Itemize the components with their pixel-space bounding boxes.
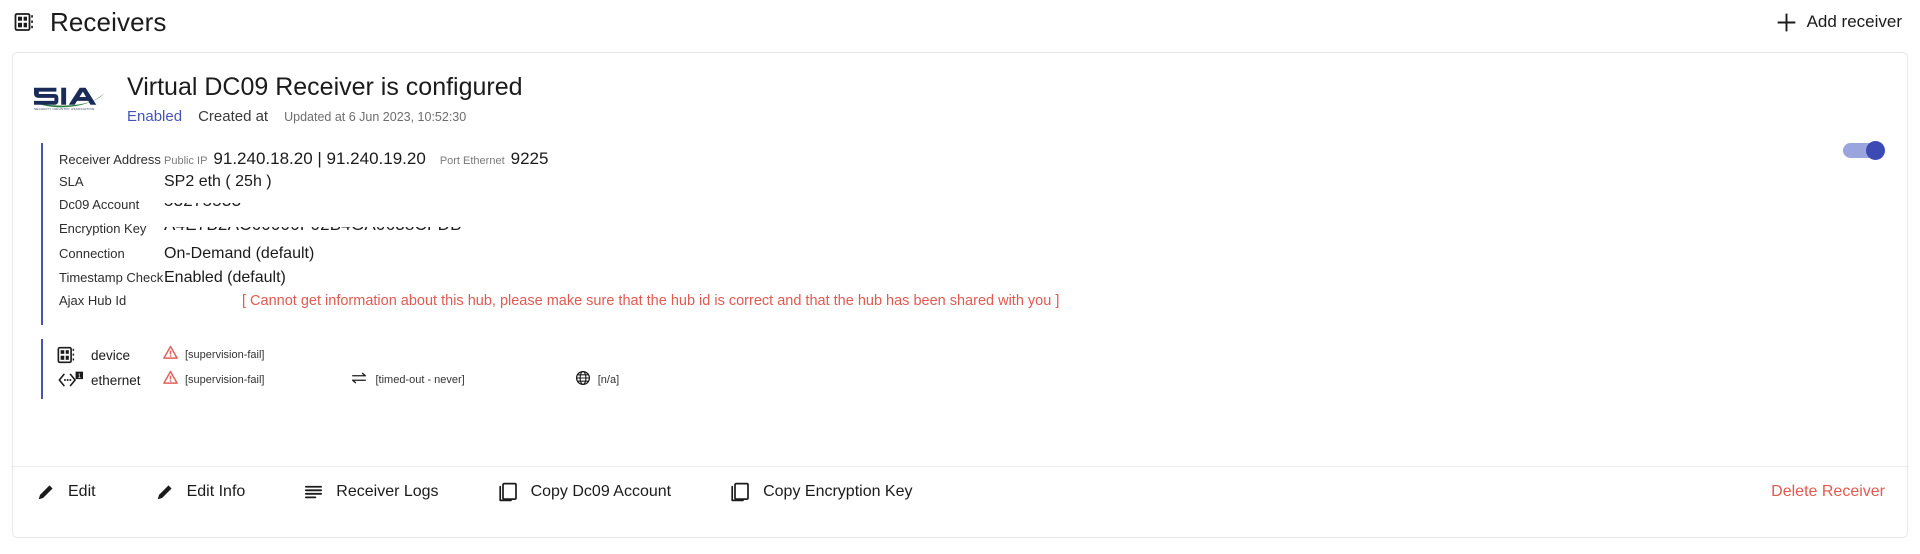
status-item-timeout: [timed-out - never]: [350, 371, 465, 390]
edit-button[interactable]: Edit: [35, 482, 96, 503]
add-receiver-label: Add receiver: [1806, 12, 1902, 31]
add-receiver-button[interactable]: Add receiver: [1777, 12, 1902, 32]
detail-label: Dc09 Account: [59, 196, 140, 212]
warning-triangle-icon: [163, 370, 178, 390]
detail-row-sla: SLA SP2 eth ( 25h ): [59, 173, 1901, 197]
pencil-icon: [35, 482, 56, 503]
status-item-network: [n/a]: [575, 370, 619, 391]
status-tag: [supervision-fail]: [185, 374, 265, 387]
receiver-created-label: Created at: [198, 107, 269, 125]
receiver-actions: Edit Edit Info Receiver Logs Copy Dc09 A…: [13, 466, 1907, 503]
status-row-ethernet: 1 ethernet [supervision-fail] [timed-out…: [57, 368, 1907, 393]
detail-label: Receiver Address: [59, 151, 161, 167]
edit-info-button[interactable]: Edit Info: [154, 482, 246, 503]
detail-label: Ajax Hub Id: [59, 292, 127, 308]
page-header: Receivers Add receiver: [0, 0, 1920, 44]
receiver-logs-button[interactable]: Receiver Logs: [303, 482, 439, 503]
receiver-heading: Virtual DC09 Receiver is configured Enab…: [127, 71, 523, 125]
detail-label: Encryption Key: [59, 220, 147, 236]
detail-row-encryption-key: Encryption Key A4E7B2AC60000F02B4GA0638C…: [59, 221, 1901, 245]
sia-logo: SECURITY INDUSTRY ASSOCIATION: [31, 77, 117, 113]
plus-icon: [1777, 13, 1796, 32]
detail-row-dc09-account: Dc09 Account 53275533: [59, 197, 1901, 221]
edit-info-label: Edit Info: [186, 483, 246, 500]
ethernet-node-icon: 1: [57, 370, 83, 390]
svg-text:SECURITY INDUSTRY ASSOCIATION: SECURITY INDUSTRY ASSOCIATION: [34, 107, 95, 111]
warning-triangle-icon: [163, 345, 178, 365]
status-name-device: device: [91, 347, 131, 363]
status-tag: [supervision-fail]: [185, 349, 265, 362]
detail-label: Timestamp Check: [59, 269, 164, 285]
copy-encryption-key-button[interactable]: Copy Encryption Key: [729, 481, 913, 503]
copy-dc09-account-label: Copy Dc09 Account: [530, 483, 672, 500]
delete-receiver-button[interactable]: Delete Receiver: [1771, 483, 1885, 501]
exchange-arrows-icon: [350, 371, 368, 390]
copy-dc09-account-button[interactable]: Copy Dc09 Account: [497, 481, 672, 503]
device-grid-icon: [57, 345, 83, 365]
detail-row-ajax-hub-id: Ajax Hub Id [ Cannot get information abo…: [59, 293, 1901, 321]
receiver-card: SECURITY INDUSTRY ASSOCIATION Virtual DC…: [12, 52, 1908, 538]
detail-label: SLA: [59, 173, 84, 189]
status-row-device: device [supervision-fail]: [57, 343, 1907, 368]
detail-row-connection: Connection On-Demand (default): [59, 245, 1901, 269]
globe-icon: [575, 370, 591, 391]
page-title: Receivers: [50, 6, 167, 37]
detail-value-clipped: 53275533: [164, 203, 241, 214]
status-tag: [timed-out - never]: [375, 374, 465, 387]
receiver-logs-label: Receiver Logs: [336, 483, 439, 500]
receivers-grid-icon: [14, 11, 36, 33]
detail-label: Connection: [59, 245, 125, 261]
copy-encryption-key-label: Copy Encryption Key: [763, 483, 913, 500]
receiver-enabled-toggle[interactable]: [1843, 141, 1885, 160]
toggle-knob: [1866, 141, 1885, 160]
detail-row-receiver-address: Receiver Address Public IP 91.240.18.20 …: [59, 149, 1901, 173]
copy-icon: [729, 481, 751, 503]
edit-label: Edit: [68, 483, 96, 500]
receiver-updated-at: Updated at 6 Jun 2023, 10:52:30: [284, 109, 467, 124]
ajax-hub-warning: [ Cannot get information about this hub,…: [242, 292, 1060, 309]
receiver-title: Virtual DC09 Receiver is configured: [127, 73, 523, 101]
detail-value: SP2 eth ( 25h ): [164, 172, 272, 190]
pencil-icon: [154, 482, 175, 503]
public-ip-caption: Public IP: [164, 154, 208, 167]
receiver-meta: Enabled Created at Updated at 6 Jun 2023…: [127, 108, 523, 125]
detail-value-clipped: A4E7B2AC60000F02B4GA0638CFDB: [164, 227, 462, 238]
receiver-status: Enabled: [127, 107, 183, 125]
public-ip-value: 91.240.18.20 | 91.240.19.20: [213, 148, 426, 168]
detail-value: Enabled (default): [164, 268, 286, 286]
status-item-supervision: [supervision-fail]: [163, 370, 264, 390]
port-ethernet-value: 9225: [510, 148, 549, 168]
encryption-key-value: A4E7B2AC60000F02B4GA0638CFDB: [164, 227, 462, 233]
detail-value: On-Demand (default): [164, 244, 315, 262]
status-tag: [n/a]: [597, 374, 620, 387]
dc09-account-value: 53275533: [164, 203, 241, 209]
status-item-supervision: [supervision-fail]: [163, 345, 264, 365]
status-name-ethernet: ethernet: [91, 372, 141, 388]
detail-row-timestamp-check: Timestamp Check Enabled (default): [59, 269, 1901, 293]
port-ethernet-caption: Port Ethernet: [439, 154, 505, 167]
copy-icon: [497, 481, 519, 503]
detail-value: Public IP 91.240.18.20 | 91.240.19.20 Po…: [164, 149, 548, 169]
list-lines-icon: [303, 482, 324, 503]
page-title-block: Receivers: [14, 7, 167, 38]
receiver-statuses: device [supervision-fail] 1 ethernet [su…: [41, 338, 1907, 399]
receiver-card-header: SECURITY INDUSTRY ASSOCIATION Virtual DC…: [13, 53, 1907, 125]
receiver-details: Receiver Address Public IP 91.240.18.20 …: [41, 142, 1901, 325]
